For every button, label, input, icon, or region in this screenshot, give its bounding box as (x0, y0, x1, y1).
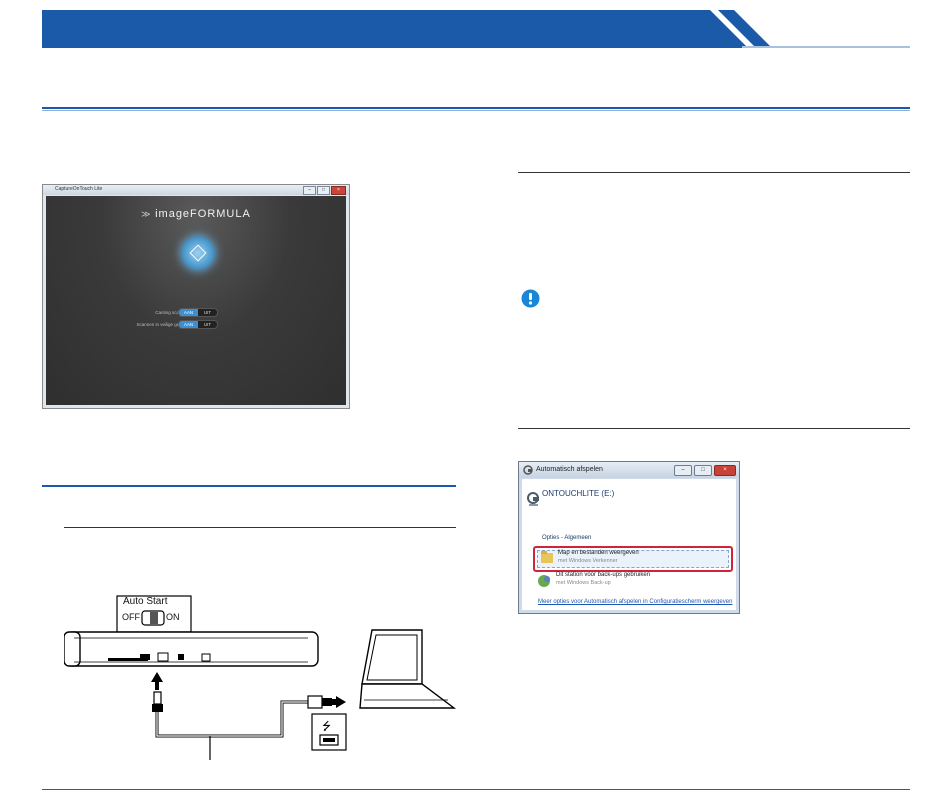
laptop-base (359, 683, 457, 709)
off-label: OFF (122, 612, 140, 622)
cot-toggle-1[interactable]: AAN UIT (178, 308, 218, 317)
option1-sublabel: met Windows Verkenner (558, 558, 618, 564)
drive-label: ONTOUCHLITE (E:) (542, 489, 615, 498)
options-heading: Opties - Algemeen (542, 535, 592, 541)
close-button[interactable]: × (331, 186, 346, 195)
backup-option[interactable]: Dit station voor back-ups gebruiken met … (533, 572, 729, 590)
title-rule-light (42, 110, 910, 111)
autoplay-window-buttons: – □ × (674, 465, 736, 476)
more-options-link[interactable]: Meer opties voor Automatisch afspelen in… (538, 598, 738, 607)
cot-window-buttons: – □ × (303, 186, 346, 195)
cot-body: ≫ imageFORMULA Canting scannen inschakel… (46, 196, 346, 405)
drive-icon (527, 492, 539, 506)
cot-toggle-2[interactable]: AAN UIT (178, 320, 218, 329)
left-section-rule (42, 485, 456, 487)
right-rule-2 (518, 428, 910, 429)
cot-title: CaptureOnTouch Lite (55, 186, 103, 192)
close-button[interactable]: × (714, 465, 736, 476)
autoplay-titlebar: Automatisch afspelen – □ × (519, 462, 739, 478)
autoplay-window: Automatisch afspelen – □ × ONTOUCHLITE (… (518, 461, 740, 614)
maximize-button[interactable]: □ (317, 186, 330, 195)
minimize-button[interactable]: – (303, 186, 316, 195)
notice-icon (521, 289, 540, 308)
footer-rule (42, 789, 910, 790)
folder-icon (541, 551, 553, 563)
cot-titlebar: CaptureOnTouch Lite – □ × (43, 185, 349, 195)
start-icon (189, 244, 207, 262)
usb-a-plug (307, 695, 323, 709)
imageformula-logo: ≫ imageFORMULA (141, 208, 251, 220)
auto-start-label: Auto Start (123, 596, 168, 607)
switch-knob (150, 612, 158, 624)
left-subsection-rule (64, 527, 456, 528)
right-arrow (332, 696, 346, 708)
header-banner (42, 10, 910, 48)
minimize-button[interactable]: – (674, 465, 692, 476)
option1-label: Map en bestanden weergeven (558, 550, 639, 556)
backup-icon (538, 575, 550, 587)
usb-cable (155, 700, 308, 738)
option2-label: Dit station voor back-ups gebruiken (556, 572, 651, 578)
start-scan-button[interactable] (181, 236, 215, 270)
autoplay-icon (523, 465, 533, 475)
open-folder-option[interactable]: Map en bestanden weergeven met Windows V… (533, 546, 733, 572)
autoplay-body: ONTOUCHLITE (E:) Opties - Algemeen Map e… (522, 479, 736, 610)
title-rule (42, 107, 910, 109)
scanner-body (65, 631, 319, 667)
usb-icon: ⭍ (322, 720, 331, 733)
captureontouch-window: CaptureOnTouch Lite – □ × ≫ imageFORMULA… (42, 184, 350, 409)
on-label: ON (166, 612, 180, 622)
usb-mini-plug (153, 691, 162, 705)
up-arrow (151, 672, 163, 690)
option2-sublabel: met Windows Back-up (556, 580, 611, 586)
autoplay-title: Automatisch afspelen (536, 466, 603, 473)
maximize-button[interactable]: □ (694, 465, 712, 476)
right-rule-1 (518, 172, 910, 173)
